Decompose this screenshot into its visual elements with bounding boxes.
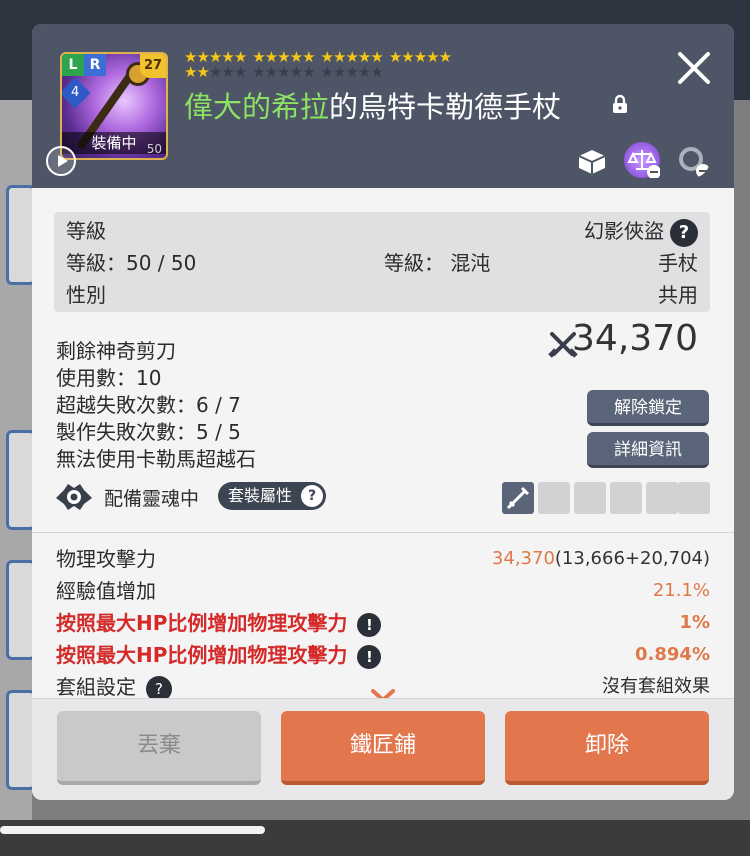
stat-line-attack: 物理攻擊力 34,370(13,666+20,704) bbox=[56, 544, 710, 574]
grade-value: 等級： 混沌 bbox=[384, 251, 491, 275]
star-icon: ★ bbox=[208, 63, 222, 81]
star-icon: ★ bbox=[289, 63, 303, 81]
modal-header: L R 27 4 裝備中 50 ★★★★★ ★★★★★ ★★★★★ ★★★★★ ★★★★… bbox=[32, 24, 734, 188]
rank-badge: R bbox=[84, 54, 106, 76]
helmet-slot-icon[interactable] bbox=[538, 482, 570, 514]
combat-power: 34,370 bbox=[572, 318, 698, 359]
scale-icon[interactable] bbox=[624, 142, 661, 179]
usage-count: 使用數：10 bbox=[56, 366, 162, 390]
stat-label: 經驗值增加 bbox=[56, 579, 156, 603]
belt-slot-icon[interactable] bbox=[610, 482, 642, 514]
chevron-down-icon[interactable] bbox=[370, 688, 396, 698]
stat-line-hp-attack: 按照最大HP比例增加物理攻擊力! 0.894% bbox=[56, 640, 710, 670]
craft-fail-count: 製作失敗次數：5 / 5 bbox=[56, 420, 241, 444]
star-icon: ★ bbox=[332, 63, 346, 81]
details-button[interactable]: 詳細資訊 bbox=[587, 432, 709, 468]
stat-label: 按照最大HP比例增加物理攻擊力 bbox=[56, 611, 348, 635]
transcend-fail-count: 超越失敗次數：6 / 7 bbox=[56, 393, 241, 417]
star-icon: ★ bbox=[357, 63, 371, 81]
gender-value: 共用 bbox=[658, 283, 698, 307]
star-icon: ★ bbox=[233, 63, 247, 81]
item-info-box: 等級 幻影俠盜? 等級：50 / 50 等級： 混沌 手杖 性別 共用 bbox=[54, 212, 710, 312]
stat-value: 21.1% bbox=[652, 580, 710, 601]
star-icon: ★ bbox=[370, 63, 383, 81]
modal-footer: 丟棄 鐵匠鋪 卸除 bbox=[32, 698, 734, 800]
refresh-disabled-icon[interactable] bbox=[674, 142, 710, 178]
divider bbox=[32, 532, 734, 533]
star-icon: ★ bbox=[264, 63, 278, 81]
item-title-rest: 的烏特卡勒德手杖 bbox=[329, 90, 562, 124]
soul-row: 配備靈魂中 套裝屬性? bbox=[54, 478, 710, 518]
level-value: 等級：50 / 50 bbox=[66, 251, 197, 275]
close-icon[interactable] bbox=[672, 46, 716, 90]
star-icon: ★ bbox=[196, 63, 209, 81]
item-title-highlight: 偉大的希拉 bbox=[184, 90, 330, 124]
set-properties-button[interactable]: 套裝屬性? bbox=[218, 482, 327, 510]
stat-value: 34,370(13,666+20,704) bbox=[491, 548, 710, 569]
item-detail-modal: L R 27 4 裝備中 50 ★★★★★ ★★★★★ ★★★★★ ★★★★★ ★★★★… bbox=[32, 24, 734, 800]
star-force-rating: ★★★★★ ★★★★★ ★★★★★ ★★★★★ ★★★★★ ★★★★★ ★★★★★ bbox=[184, 50, 564, 80]
help-icon: ? bbox=[301, 485, 324, 507]
info-row: 性別 共用 bbox=[66, 280, 698, 310]
item-title: 偉大的希拉的烏特卡勒德手杖 bbox=[184, 84, 561, 126]
star-icon: ★ bbox=[252, 63, 265, 81]
class-label: 幻影俠盜? bbox=[584, 216, 698, 247]
star-icon: ★ bbox=[438, 48, 452, 66]
play-icon[interactable] bbox=[46, 146, 76, 176]
star-icon: ★ bbox=[401, 48, 414, 66]
blacksmith-button[interactable]: 鐵匠鋪 bbox=[281, 711, 485, 785]
lock-icon bbox=[613, 94, 627, 113]
info-row: 等級 幻影俠盜? bbox=[66, 216, 698, 247]
karma-stone-note: 無法使用卡勒馬超越石 bbox=[56, 447, 256, 471]
star-icon: ★ bbox=[345, 63, 358, 81]
modal-body: 等級 幻影俠盜? 等級：50 / 50 等級： 混沌 手杖 性別 共用 剩餘神奇… bbox=[32, 188, 734, 698]
star-icon: ★ bbox=[426, 48, 439, 66]
stat-label: 物理攻擊力 bbox=[56, 547, 156, 571]
icon-level: 50 bbox=[146, 142, 162, 156]
info-row: 等級：50 / 50 等級： 混沌 手杖 bbox=[66, 248, 698, 278]
stat-line-exp: 經驗值增加 21.1% bbox=[56, 576, 710, 606]
help-icon[interactable]: ? bbox=[146, 675, 172, 698]
legendary-badge: L bbox=[62, 54, 84, 76]
stat-label: 套組設定 bbox=[56, 675, 136, 698]
star-icon: ★ bbox=[277, 63, 290, 81]
item-details-list: 剩餘神奇剪刀 使用數：10 超越失敗次數：6 / 7 製作失敗次數：5 / 5 … bbox=[56, 338, 256, 473]
stat-line-hp-attack: 按照最大HP比例增加物理攻擊力! 1% bbox=[56, 608, 710, 638]
share-icon[interactable] bbox=[574, 142, 610, 178]
stat-value: 1% bbox=[679, 612, 710, 633]
help-icon[interactable]: ? bbox=[670, 218, 698, 247]
info-icon[interactable]: ! bbox=[357, 644, 382, 669]
item-icon[interactable]: L R 27 4 裝備中 50 bbox=[60, 52, 168, 160]
stat-label: 按照最大HP比例增加物理攻擊力 bbox=[56, 643, 348, 667]
enhance-level-badge: 27 bbox=[140, 54, 166, 78]
star-icon: ★ bbox=[184, 63, 197, 81]
scissors-remaining: 剩餘神奇剪刀 bbox=[56, 339, 176, 363]
gender-label: 性別 bbox=[66, 283, 106, 307]
discard-button[interactable]: 丟棄 bbox=[57, 711, 261, 785]
info-icon[interactable]: ! bbox=[357, 612, 382, 637]
star-icon: ★ bbox=[302, 63, 315, 81]
pants-slot-icon[interactable] bbox=[646, 482, 678, 514]
weapon-slot-icon[interactable] bbox=[502, 482, 534, 514]
stat-value: 沒有套組效果 bbox=[602, 676, 710, 697]
star-badge: 4 bbox=[62, 77, 91, 109]
glove-slot-icon[interactable] bbox=[574, 482, 606, 514]
weapon-type: 手杖 bbox=[658, 251, 698, 275]
badge-slot-icon[interactable] bbox=[678, 482, 710, 514]
soul-icon bbox=[56, 484, 92, 510]
level-label: 等級 bbox=[66, 219, 106, 243]
soul-label: 配備靈魂中 bbox=[104, 488, 200, 510]
star-icon: ★ bbox=[221, 63, 234, 81]
unlock-button[interactable]: 解除鎖定 bbox=[587, 390, 709, 426]
star-icon: ★ bbox=[388, 48, 402, 66]
home-indicator bbox=[0, 826, 265, 834]
star-icon: ★ bbox=[320, 63, 334, 81]
stat-value: 0.894% bbox=[635, 644, 710, 665]
unequip-button[interactable]: 卸除 bbox=[505, 711, 709, 785]
star-icon: ★ bbox=[413, 48, 427, 66]
